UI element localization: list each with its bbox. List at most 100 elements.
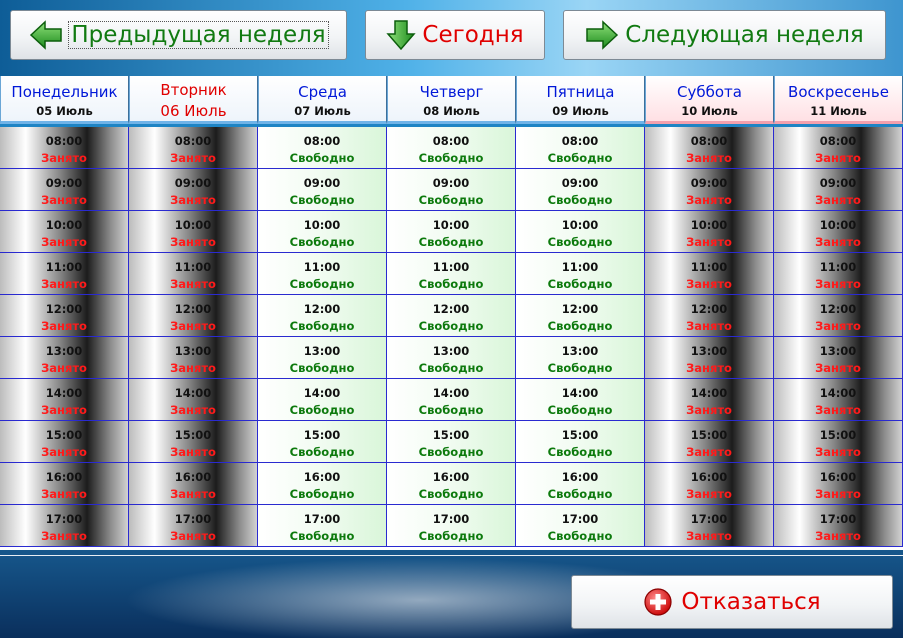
- time-slot[interactable]: 08:00 Свободно: [516, 127, 645, 169]
- time-slot[interactable]: 17:00 Занято: [0, 505, 129, 547]
- slot-time: 09:00: [690, 176, 728, 190]
- time-slot[interactable]: 14:00 Занято: [0, 379, 129, 421]
- time-slot[interactable]: 15:00 Свободно: [258, 421, 387, 463]
- time-slot[interactable]: 12:00 Свободно: [516, 295, 645, 337]
- time-slot[interactable]: 11:00 Занято: [645, 253, 774, 295]
- time-slot[interactable]: 14:00 Свободно: [387, 379, 516, 421]
- time-slot[interactable]: 09:00 Свободно: [387, 169, 516, 211]
- slot-status: Занято: [686, 319, 732, 333]
- time-slot[interactable]: 14:00 Занято: [774, 379, 903, 421]
- slot-status: Свободно: [418, 151, 484, 165]
- time-slot[interactable]: 10:00 Свободно: [258, 211, 387, 253]
- time-slot[interactable]: 14:00 Свободно: [258, 379, 387, 421]
- slot-time: 14:00: [45, 386, 83, 400]
- day-name: Воскресенье: [788, 83, 889, 101]
- slot-status: Свободно: [289, 361, 355, 375]
- time-slot[interactable]: 16:00 Занято: [774, 463, 903, 505]
- plus-circle-icon: [643, 587, 673, 617]
- time-slot[interactable]: 08:00 Занято: [129, 127, 258, 169]
- time-slot[interactable]: 11:00 Свободно: [258, 253, 387, 295]
- slot-status: Свободно: [547, 193, 613, 207]
- time-slot[interactable]: 10:00 Занято: [774, 211, 903, 253]
- time-slot[interactable]: 14:00 Занято: [645, 379, 774, 421]
- day-column-wednesday: 08:00 Свободно 09:00 Свободно 10:00 Свободно 1…: [258, 127, 387, 550]
- slot-time: 09:00: [303, 176, 341, 190]
- time-slot[interactable]: 12:00 Занято: [129, 295, 258, 337]
- time-slot[interactable]: 17:00 Занято: [129, 505, 258, 547]
- time-slot[interactable]: 12:00 Занято: [774, 295, 903, 337]
- slot-time: 13:00: [690, 344, 728, 358]
- time-slot[interactable]: 10:00 Занято: [645, 211, 774, 253]
- time-slot[interactable]: 16:00 Занято: [0, 463, 129, 505]
- time-slot[interactable]: 11:00 Свободно: [387, 253, 516, 295]
- time-slot[interactable]: 16:00 Занято: [129, 463, 258, 505]
- next-week-button[interactable]: Следующая неделя: [563, 10, 886, 60]
- time-slot[interactable]: 08:00 Занято: [0, 127, 129, 169]
- slot-status: Свободно: [547, 235, 613, 249]
- time-slot[interactable]: 11:00 Занято: [129, 253, 258, 295]
- time-slot[interactable]: 17:00 Свободно: [387, 505, 516, 547]
- slot-status: Свободно: [289, 529, 355, 543]
- time-slot[interactable]: 13:00 Свободно: [516, 337, 645, 379]
- time-slot[interactable]: 12:00 Свободно: [258, 295, 387, 337]
- time-slot[interactable]: 13:00 Занято: [645, 337, 774, 379]
- time-slot[interactable]: 10:00 Занято: [0, 211, 129, 253]
- time-slot[interactable]: 09:00 Свободно: [516, 169, 645, 211]
- time-slot[interactable]: 09:00 Занято: [0, 169, 129, 211]
- time-slot[interactable]: 13:00 Занято: [0, 337, 129, 379]
- time-slot[interactable]: 12:00 Занято: [645, 295, 774, 337]
- slot-time: 16:00: [819, 470, 857, 484]
- time-slot[interactable]: 16:00 Свободно: [516, 463, 645, 505]
- time-slot[interactable]: 13:00 Занято: [129, 337, 258, 379]
- time-slot[interactable]: 09:00 Занято: [129, 169, 258, 211]
- slot-time: 13:00: [432, 344, 470, 358]
- slot-time: 14:00: [174, 386, 212, 400]
- time-slot[interactable]: 15:00 Свободно: [516, 421, 645, 463]
- time-slot[interactable]: 11:00 Занято: [0, 253, 129, 295]
- time-slot[interactable]: 15:00 Занято: [774, 421, 903, 463]
- time-slot[interactable]: 10:00 Занято: [129, 211, 258, 253]
- time-slot[interactable]: 13:00 Свободно: [258, 337, 387, 379]
- time-slot[interactable]: 17:00 Занято: [645, 505, 774, 547]
- day-name: Понедельник: [11, 83, 118, 101]
- time-slot[interactable]: 08:00 Занято: [645, 127, 774, 169]
- time-slot[interactable]: 17:00 Занято: [774, 505, 903, 547]
- time-slot[interactable]: 16:00 Свободно: [258, 463, 387, 505]
- slot-time: 16:00: [45, 470, 83, 484]
- time-slot[interactable]: 15:00 Занято: [645, 421, 774, 463]
- time-slot[interactable]: 13:00 Занято: [774, 337, 903, 379]
- time-slot[interactable]: 08:00 Свободно: [387, 127, 516, 169]
- slot-time: 09:00: [174, 176, 212, 190]
- time-slot[interactable]: 08:00 Занято: [774, 127, 903, 169]
- time-slot[interactable]: 10:00 Свободно: [387, 211, 516, 253]
- slot-status: Занято: [686, 193, 732, 207]
- time-slot[interactable]: 10:00 Свободно: [516, 211, 645, 253]
- time-slot[interactable]: 11:00 Занято: [774, 253, 903, 295]
- today-button[interactable]: Сегодня: [365, 10, 545, 60]
- time-slot[interactable]: 09:00 Занято: [774, 169, 903, 211]
- time-slot[interactable]: 14:00 Свободно: [516, 379, 645, 421]
- time-slot[interactable]: 17:00 Свободно: [258, 505, 387, 547]
- cancel-button[interactable]: Отказаться: [571, 575, 893, 629]
- slot-status: Занято: [686, 487, 732, 501]
- time-slot[interactable]: 17:00 Свободно: [516, 505, 645, 547]
- previous-week-button[interactable]: Предыдущая неделя: [10, 10, 347, 60]
- time-slot[interactable]: 16:00 Занято: [645, 463, 774, 505]
- time-slot[interactable]: 16:00 Свободно: [387, 463, 516, 505]
- time-slot[interactable]: 11:00 Свободно: [516, 253, 645, 295]
- slot-status: Занято: [815, 319, 861, 333]
- time-slot[interactable]: 15:00 Занято: [0, 421, 129, 463]
- time-slot[interactable]: 09:00 Свободно: [258, 169, 387, 211]
- time-slot[interactable]: 14:00 Занято: [129, 379, 258, 421]
- slot-status: Свободно: [289, 403, 355, 417]
- time-slot[interactable]: 13:00 Свободно: [387, 337, 516, 379]
- day-header-saturday: Суббота 10 Июль: [645, 76, 774, 124]
- time-slot[interactable]: 09:00 Занято: [645, 169, 774, 211]
- time-slot[interactable]: 12:00 Занято: [0, 295, 129, 337]
- time-slot[interactable]: 08:00 Свободно: [258, 127, 387, 169]
- time-slot[interactable]: 12:00 Свободно: [387, 295, 516, 337]
- day-header-monday: Понедельник 05 Июль: [0, 76, 129, 124]
- slot-time: 08:00: [432, 134, 470, 148]
- time-slot[interactable]: 15:00 Свободно: [387, 421, 516, 463]
- time-slot[interactable]: 15:00 Занято: [129, 421, 258, 463]
